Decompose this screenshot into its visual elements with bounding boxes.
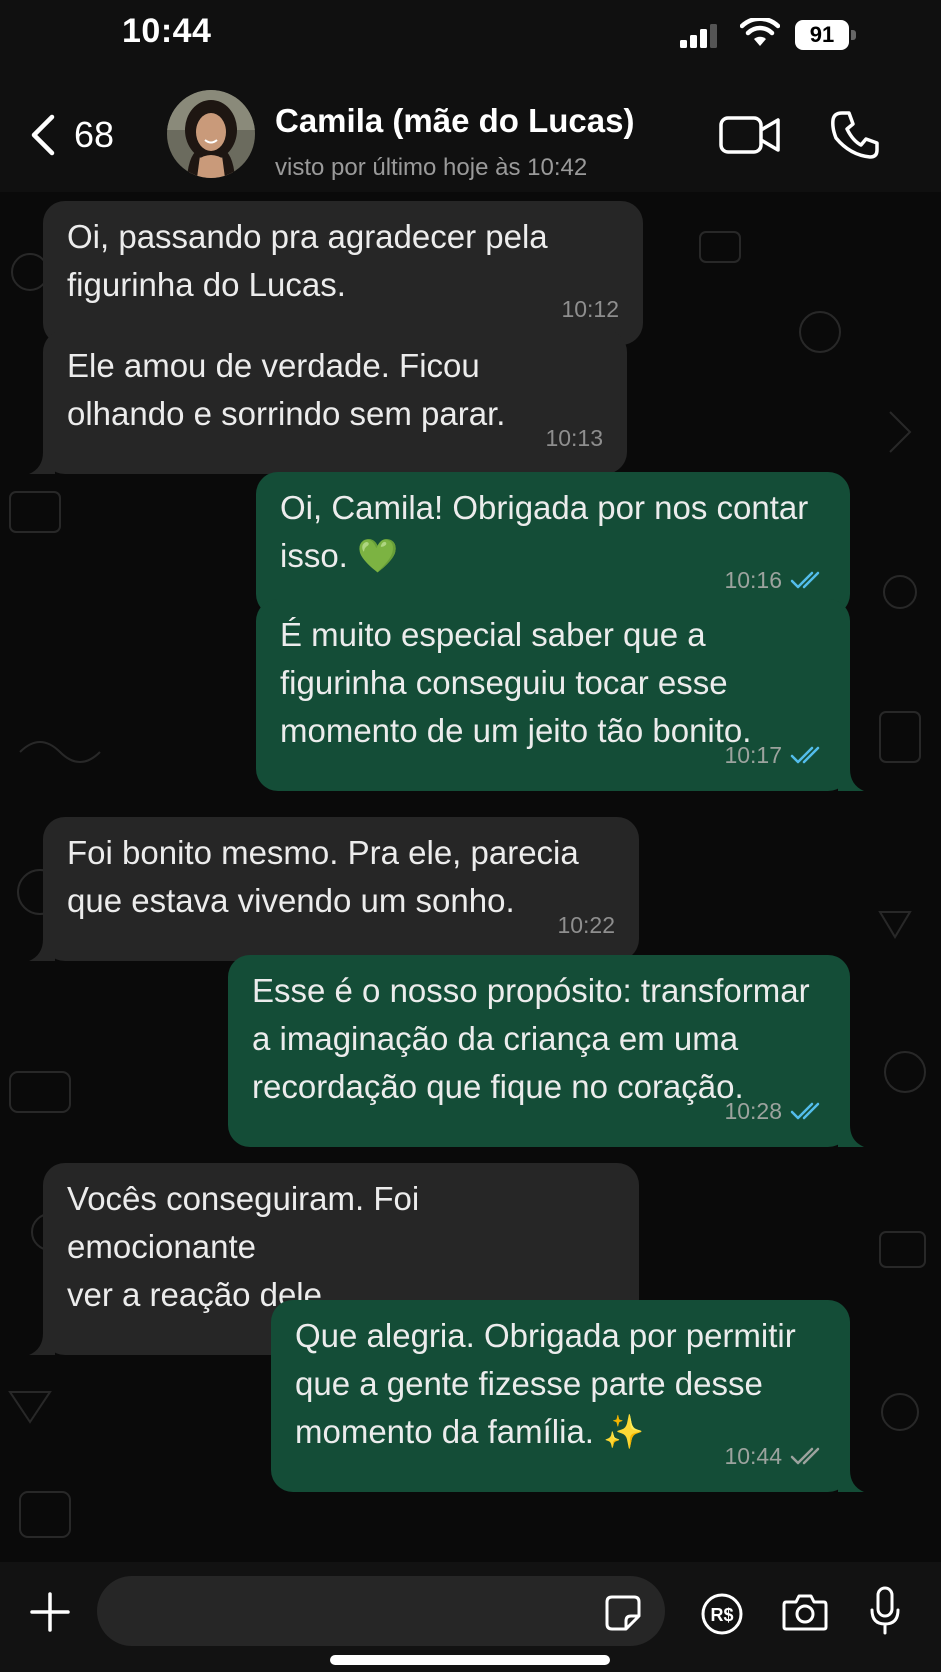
message-time: 10:44 xyxy=(724,1443,782,1469)
bubble-tail xyxy=(29,1333,55,1355)
phone-icon[interactable] xyxy=(828,108,882,162)
message-time: 10:28 xyxy=(724,1098,782,1124)
video-camera-icon[interactable] xyxy=(718,112,782,158)
read-ticks-icon xyxy=(790,746,820,764)
bubble-tail xyxy=(838,1470,864,1492)
sticker-icon[interactable] xyxy=(604,1594,642,1632)
chevron-left-icon xyxy=(31,114,55,156)
message-meta: 10:17 xyxy=(724,731,826,779)
signal-icon xyxy=(680,24,717,48)
message-time: 10:22 xyxy=(557,912,615,938)
read-ticks-icon xyxy=(790,1102,820,1120)
bubble-tail xyxy=(838,1125,864,1147)
chat-area[interactable]: Oi, passando pra agradecer pela figurinh… xyxy=(0,192,941,1562)
message-text: Oi, passando pra agradecer pela figurinh… xyxy=(67,218,548,303)
bubble-tail xyxy=(29,939,55,961)
outgoing-message[interactable]: Que alegria. Obrigada por permitir que a… xyxy=(271,1300,864,1492)
message-text: Foi bonito mesmo. Pra ele, parecia que e… xyxy=(67,834,579,919)
wifi-icon xyxy=(740,18,780,46)
bubble-tail xyxy=(29,452,55,474)
status-time: 10:44 xyxy=(122,12,212,50)
unread-count: 68 xyxy=(74,114,115,155)
message-text: Vocês conseguiram. Foi emocionante ver a… xyxy=(67,1180,420,1313)
delivered-ticks-icon xyxy=(790,1447,820,1465)
camera-icon[interactable] xyxy=(782,1592,828,1632)
message-meta: 10:13 xyxy=(545,414,603,462)
message-input[interactable] xyxy=(97,1576,665,1646)
message-time: 10:16 xyxy=(724,567,782,593)
microphone-icon[interactable] xyxy=(868,1586,902,1636)
outgoing-message[interactable]: É muito especial saber que a figurinha c… xyxy=(256,599,864,791)
battery-level: 91 xyxy=(809,22,835,47)
contact-last-seen: visto por último hoje às 10:42 xyxy=(275,154,588,181)
home-indicator[interactable] xyxy=(330,1655,610,1665)
read-ticks-icon xyxy=(790,571,820,589)
bubble-tail xyxy=(838,769,864,791)
incoming-message[interactable]: Oi, passando pra agradecer pela figurinh… xyxy=(43,201,643,345)
message-time: 10:13 xyxy=(545,425,603,451)
plus-icon[interactable] xyxy=(30,1592,70,1632)
pix-payment-icon[interactable]: R$ xyxy=(700,1592,744,1636)
outgoing-message[interactable]: Esse é o nosso propósito: transformar a … xyxy=(228,955,864,1147)
incoming-message[interactable]: Foi bonito mesmo. Pra ele, parecia que e… xyxy=(29,817,639,961)
message-time: 10:17 xyxy=(724,742,782,768)
message-meta: 10:12 xyxy=(561,285,619,333)
chat-header: 68 Camila (mãe do Lucas) visto por últim… xyxy=(0,70,941,192)
message-meta: 10:16 xyxy=(724,556,826,604)
message-meta: 10:22 xyxy=(557,901,615,949)
message-meta: 10:44 xyxy=(724,1432,826,1480)
message-text: Ele amou de verdade. Ficou olhando e sor… xyxy=(67,347,506,432)
incoming-message[interactable]: Ele amou de verdade. Ficou olhando e sor… xyxy=(29,330,627,474)
message-time: 10:12 xyxy=(561,296,619,322)
svg-text:R$: R$ xyxy=(710,1605,733,1625)
outgoing-message[interactable]: Oi, Camila! Obrigada por nos contar isso… xyxy=(256,472,850,616)
message-meta: 10:28 xyxy=(724,1087,826,1135)
battery-icon: 91 xyxy=(795,20,857,50)
contact-name[interactable]: Camila (mãe do Lucas) xyxy=(275,102,634,140)
back-button[interactable]: 68 xyxy=(28,110,114,160)
avatar[interactable] xyxy=(167,90,255,178)
status-bar: 10:44 91 xyxy=(0,0,941,70)
